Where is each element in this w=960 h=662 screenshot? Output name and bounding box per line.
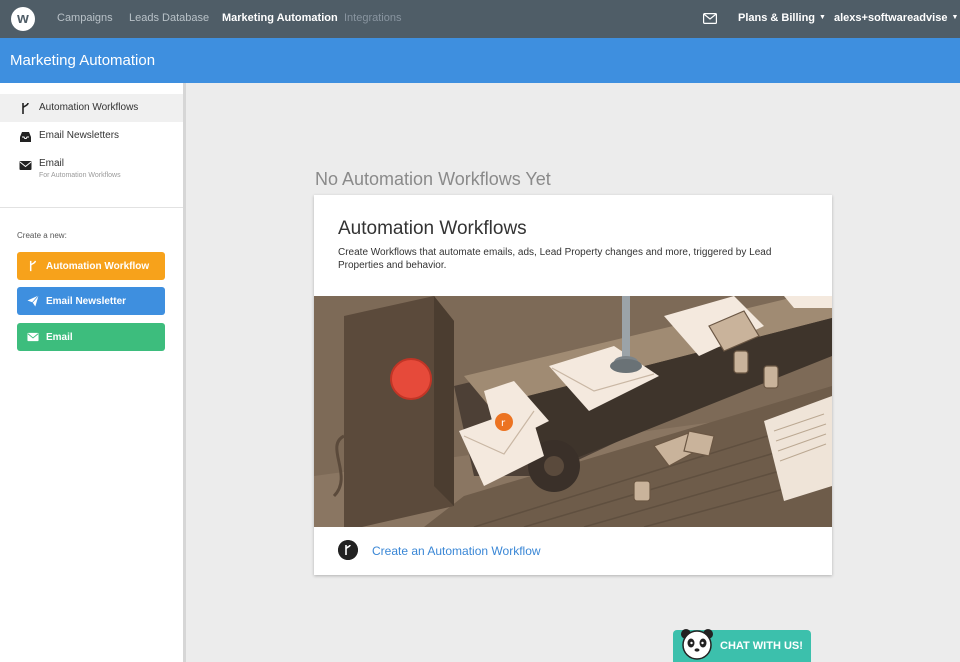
inbox-icon bbox=[20, 132, 31, 142]
sidebar-item-label: Automation Workflows bbox=[39, 102, 139, 113]
sidebar-item-label: Email Newsletters bbox=[39, 130, 120, 141]
card-description: Create Workflows that automate emails, a… bbox=[338, 247, 772, 271]
sidebar-item-sublabel: For Automation Workflows bbox=[39, 172, 121, 179]
workflow-icon bbox=[22, 102, 29, 114]
chat-label: CHAT WITH US! bbox=[720, 640, 803, 652]
account-label: alexs+softwareadvise bbox=[834, 12, 948, 24]
top-navigation-bar: w Campaigns Leads Database Marketing Aut… bbox=[0, 0, 960, 38]
page-header: Marketing Automation bbox=[0, 38, 960, 83]
button-label: Email bbox=[46, 332, 73, 343]
create-email-newsletter-button[interactable]: Email Newsletter bbox=[17, 287, 165, 315]
plans-billing-dropdown[interactable]: Plans & Billing ▼ bbox=[738, 12, 826, 24]
nav-link-integrations[interactable]: Integrations bbox=[344, 12, 401, 24]
create-new-label: Create a new: bbox=[17, 231, 67, 240]
card-title: Automation Workflows bbox=[338, 218, 527, 239]
envelope-icon[interactable] bbox=[703, 13, 717, 24]
button-label: Automation Workflow bbox=[46, 261, 150, 272]
caret-down-icon: ▼ bbox=[819, 14, 826, 21]
nav-link-leads-database[interactable]: Leads Database bbox=[129, 12, 209, 24]
panda-icon bbox=[681, 629, 713, 660]
sidebar-item-email-newsletters[interactable]: Email Newsletters bbox=[0, 122, 183, 150]
page-title: Marketing Automation bbox=[10, 52, 156, 69]
sidebar-divider bbox=[0, 207, 183, 208]
empty-state-title: No Automation Workflows Yet bbox=[315, 169, 551, 189]
sidebar-item-automation-workflows[interactable]: Automation Workflows bbox=[0, 94, 183, 122]
button-label: Email Newsletter bbox=[46, 296, 127, 307]
caret-down-icon: ▼ bbox=[951, 14, 959, 21]
nav-link-marketing-automation[interactable]: Marketing Automation bbox=[222, 12, 338, 24]
envelope-icon bbox=[27, 332, 39, 342]
sidebar-item-label: Email bbox=[39, 158, 65, 169]
chat-widget-button[interactable]: CHAT WITH US! bbox=[673, 629, 811, 662]
nav-link-campaigns[interactable]: Campaigns bbox=[57, 12, 113, 24]
cta-label: Create an Automation Workflow bbox=[372, 544, 541, 558]
workflow-icon bbox=[338, 540, 358, 560]
workflow-icon bbox=[29, 260, 37, 272]
envelope-icon bbox=[19, 161, 32, 170]
conveyor-belt-illustration: r bbox=[314, 296, 832, 527]
create-automation-workflow-button[interactable]: Automation Workflow bbox=[17, 252, 165, 280]
automation-workflows-card: Automation Workflows Create Workflows th… bbox=[314, 195, 832, 575]
paper-plane-icon bbox=[27, 295, 39, 307]
sidebar-item-email[interactable]: Email For Automation Workflows bbox=[0, 150, 183, 186]
create-email-button[interactable]: Email bbox=[17, 323, 165, 351]
sidebar: Automation Workflows Email Newsletters E… bbox=[0, 83, 186, 662]
plans-billing-label: Plans & Billing bbox=[738, 12, 816, 24]
account-dropdown[interactable]: alexs+softwareadvise ▼ bbox=[834, 12, 958, 24]
woodpecker-logo-icon[interactable]: w bbox=[11, 7, 35, 31]
